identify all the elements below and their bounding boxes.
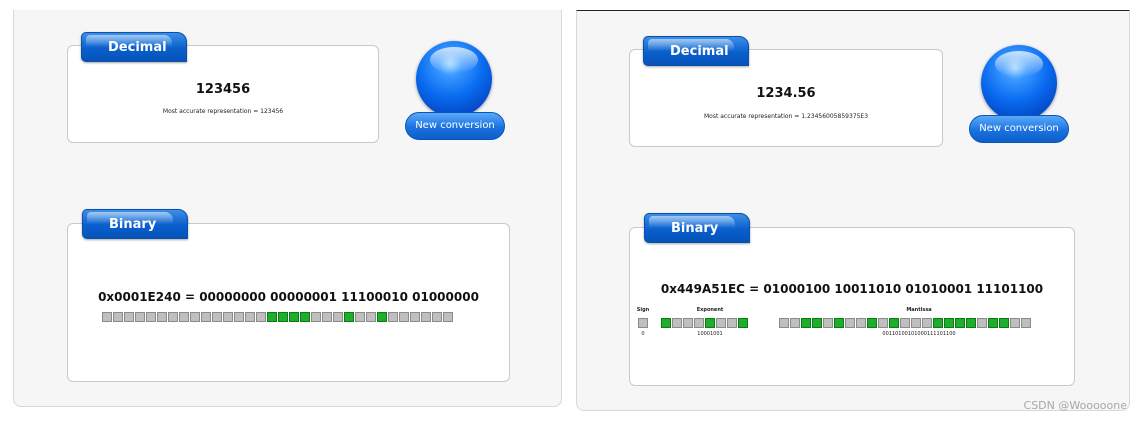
bit-cell[interactable] bbox=[410, 312, 420, 322]
bit-cell[interactable] bbox=[443, 312, 453, 322]
bit-cell[interactable] bbox=[834, 318, 844, 328]
decimal-accuracy-note: Most accurate representation = 123456 bbox=[162, 108, 284, 115]
bit-cell[interactable] bbox=[168, 312, 178, 322]
bit-cell[interactable] bbox=[812, 318, 822, 328]
bit-cell[interactable] bbox=[867, 318, 877, 328]
decimal-value: 123456 bbox=[195, 82, 251, 97]
bit-cell[interactable] bbox=[135, 312, 145, 322]
exponent-bits-value: 10001001 bbox=[697, 331, 723, 337]
bit-cell[interactable] bbox=[311, 312, 321, 322]
bit-cell[interactable] bbox=[705, 318, 715, 328]
bit-cell[interactable] bbox=[113, 312, 123, 322]
bit-cell[interactable] bbox=[900, 318, 910, 328]
bit-cell[interactable] bbox=[955, 318, 965, 328]
bit-cell[interactable] bbox=[432, 312, 442, 322]
bit-cell[interactable] bbox=[779, 318, 789, 328]
binary-tab: Binary bbox=[82, 209, 188, 239]
bit-cell[interactable] bbox=[922, 318, 932, 328]
bit-grid bbox=[102, 312, 453, 322]
bit-cell[interactable] bbox=[333, 312, 343, 322]
bit-cell[interactable] bbox=[421, 312, 431, 322]
bit-cell[interactable] bbox=[267, 312, 277, 322]
bit-cell[interactable] bbox=[878, 318, 888, 328]
watermark: CSDN @Wooooone bbox=[1023, 399, 1127, 412]
bit-cell[interactable] bbox=[801, 318, 811, 328]
bit-cell[interactable] bbox=[790, 318, 800, 328]
bit-cell[interactable] bbox=[911, 318, 921, 328]
bit-cell[interactable] bbox=[977, 318, 987, 328]
binary-card: 0x449A51EC = 01000100 10011010 01010001 … bbox=[629, 227, 1075, 386]
bit-cell[interactable] bbox=[1021, 318, 1031, 328]
bit-cell[interactable] bbox=[388, 312, 398, 322]
bit-cell[interactable] bbox=[322, 312, 332, 322]
bit-cell[interactable] bbox=[201, 312, 211, 322]
binary-equation: 0x0001E240 = 00000000 00000001 11100010 … bbox=[98, 290, 479, 304]
bit-cell[interactable] bbox=[234, 312, 244, 322]
bit-cell[interactable] bbox=[823, 318, 833, 328]
sign-label: Sign bbox=[636, 307, 650, 313]
bit-cell[interactable] bbox=[661, 318, 671, 328]
bit-cell[interactable] bbox=[157, 312, 167, 322]
binary-equation: 0x449A51EC = 01000100 10011010 01010001 … bbox=[660, 282, 1044, 296]
binary-card: 0x0001E240 = 00000000 00000001 11100010 … bbox=[67, 223, 510, 382]
new-conversion-orb-icon[interactable] bbox=[981, 45, 1057, 121]
bit-cell[interactable] bbox=[245, 312, 255, 322]
converter-panel-integer: 123456 Most accurate representation = 12… bbox=[13, 10, 562, 407]
bit-cell[interactable] bbox=[223, 312, 233, 322]
bit-cell[interactable] bbox=[683, 318, 693, 328]
mantissa-bits-value: 00110100101000111101100 bbox=[882, 331, 956, 337]
bit-cell[interactable] bbox=[944, 318, 954, 328]
bit-cell[interactable] bbox=[1010, 318, 1020, 328]
bit-cell[interactable] bbox=[355, 312, 365, 322]
bit-cell[interactable] bbox=[278, 312, 288, 322]
bit-cell[interactable] bbox=[212, 312, 222, 322]
mantissa-label: Mantissa bbox=[906, 307, 932, 313]
exponent-bit-grid bbox=[661, 318, 748, 328]
bit-cell[interactable] bbox=[344, 312, 354, 322]
bit-cell[interactable] bbox=[933, 318, 943, 328]
bit-cell[interactable] bbox=[146, 312, 156, 322]
bit-cell[interactable] bbox=[377, 312, 387, 322]
bit-cell[interactable] bbox=[638, 318, 648, 328]
bit-cell[interactable] bbox=[289, 312, 299, 322]
bit-cell[interactable] bbox=[988, 318, 998, 328]
decimal-value: 1234.56 bbox=[756, 86, 816, 101]
bit-cell[interactable] bbox=[102, 312, 112, 322]
decimal-tab: Decimal bbox=[643, 36, 749, 66]
bit-cell[interactable] bbox=[124, 312, 134, 322]
bit-cell[interactable] bbox=[999, 318, 1009, 328]
bit-cell[interactable] bbox=[889, 318, 899, 328]
bit-cell[interactable] bbox=[672, 318, 682, 328]
new-conversion-orb-icon[interactable] bbox=[416, 41, 492, 117]
bit-cell[interactable] bbox=[179, 312, 189, 322]
decimal-tab: Decimal bbox=[81, 32, 187, 62]
mantissa-bit-grid bbox=[779, 318, 1031, 328]
bit-cell[interactable] bbox=[366, 312, 376, 322]
sign-bit-grid bbox=[638, 318, 648, 328]
sign-bit-value: 0 bbox=[641, 331, 645, 337]
binary-tab: Binary bbox=[644, 213, 750, 243]
bit-cell[interactable] bbox=[856, 318, 866, 328]
bit-cell[interactable] bbox=[190, 312, 200, 322]
bit-cell[interactable] bbox=[738, 318, 748, 328]
bit-cell[interactable] bbox=[716, 318, 726, 328]
bit-cell[interactable] bbox=[399, 312, 409, 322]
exponent-label: Exponent bbox=[696, 307, 724, 313]
bit-cell[interactable] bbox=[694, 318, 704, 328]
converter-panel-float: 1234.56 Most accurate representation = 1… bbox=[576, 10, 1130, 411]
bit-cell[interactable] bbox=[727, 318, 737, 328]
bit-cell[interactable] bbox=[300, 312, 310, 322]
new-conversion-button[interactable]: New conversion bbox=[969, 115, 1069, 143]
bit-cell[interactable] bbox=[845, 318, 855, 328]
new-conversion-button[interactable]: New conversion bbox=[405, 112, 505, 140]
decimal-accuracy-note: Most accurate representation = 1.2345600… bbox=[703, 113, 869, 120]
bit-cell[interactable] bbox=[966, 318, 976, 328]
bit-cell[interactable] bbox=[256, 312, 266, 322]
